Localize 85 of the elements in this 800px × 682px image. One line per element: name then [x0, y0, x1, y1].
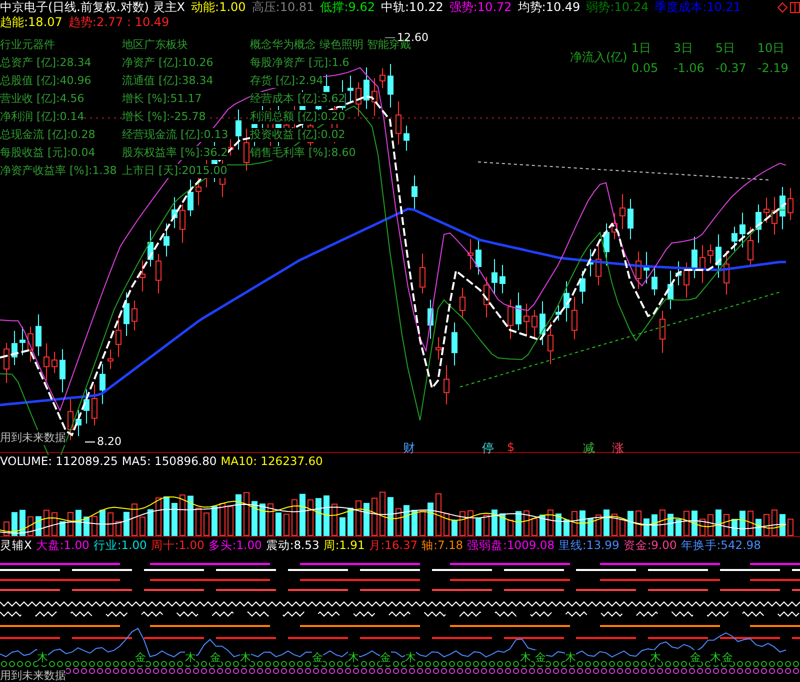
signal-label: 木 — [37, 650, 48, 665]
signal-label: 金 — [312, 650, 323, 665]
signal-label: 金 — [690, 650, 701, 665]
indicator-value: 里线:13.99 — [558, 537, 620, 554]
signal-label: 金 — [135, 650, 146, 665]
header-indicator: 动能:1.00 — [191, 0, 246, 15]
future-data-note: 用到未来数据 — [0, 430, 66, 445]
fundamental-text: 净资产收益率 [%]:1.38 — [0, 164, 117, 178]
signal-label: 木 — [565, 650, 576, 665]
signal-label: 金 — [210, 650, 221, 665]
fundamental-text: 行业元器件 — [0, 38, 55, 52]
volume-indicator: MA10: 126237.60 — [220, 452, 323, 470]
event-marker[interactable]: 财 — [403, 440, 415, 457]
header-indicator: 季度成本:10.21 — [654, 0, 741, 15]
signal-label: 木 — [650, 650, 661, 665]
fundamental-text: 经营成本 [亿]:3.62 — [250, 92, 346, 106]
indicator-value: 大盘:1.00 — [36, 537, 90, 554]
header-indicator: 高压:10.81 — [252, 0, 314, 15]
signal-label: 木 — [348, 650, 359, 665]
signal-label: 金 — [535, 650, 546, 665]
window-icon[interactable] — [790, 2, 800, 13]
signal-label: 金 — [380, 650, 391, 665]
event-marker[interactable]: 减 — [583, 440, 595, 457]
fundamental-text: 总资产 [亿]:28.34 — [0, 56, 92, 70]
event-marker[interactable]: 停 — [482, 440, 494, 457]
signal-label: 木 — [710, 650, 721, 665]
header-indicator: 中京电子(日线.前复权.对数) 灵主X — [0, 0, 186, 15]
fundamental-text: 投资收益 [亿]:0.02 — [250, 128, 346, 142]
header-indicator: 趋能:18.07 — [0, 15, 62, 30]
header-indicator: 趋势:2.77 : 10.49 — [68, 15, 170, 30]
fundamental-text: 地区广东板块 — [122, 38, 188, 52]
indicator-value: 震动:8.53 — [266, 537, 320, 554]
header-indicator: 弱势:10.24 — [586, 0, 649, 15]
low-price-label: 8.20 — [97, 435, 122, 448]
signal-label: 木 — [185, 650, 196, 665]
fundamental-text: 上市日 [天]:2015.00 — [122, 164, 228, 178]
diamond-icon[interactable] — [777, 2, 788, 13]
signal-label: 木 — [405, 650, 416, 665]
signal-label: 金 — [722, 650, 733, 665]
indicator-value: 行业:1.00 — [93, 537, 147, 554]
header-indicator: 中轨:10.22 — [380, 0, 444, 15]
fundamental-text: 利润总额 [亿]:0.20 — [250, 110, 346, 124]
future-data-note: 用到未来数据 — [0, 668, 66, 682]
fundamental-text: 销售毛利率 [%]:8.60 — [250, 146, 356, 160]
fundamental-text: 增长 [%]:51.17 — [122, 92, 202, 106]
fundamental-text: 概念华为概念 绿色照明 智能穿戴 — [250, 38, 411, 52]
indicator-value: 强弱盘:1009.08 — [467, 537, 555, 554]
fundamental-text: 存货 [亿]:2.94 — [250, 74, 324, 88]
indicator-value: 灵辅X — [0, 537, 32, 554]
fundamental-text: 营业收 [亿]:4.56 — [0, 92, 84, 106]
fundamental-text: 流通值 [亿]:38.34 — [122, 74, 214, 88]
indicator-value: 资金:9.00 — [623, 537, 677, 554]
fundamental-text: 股东权益率 [%]:36.2 — [122, 146, 228, 160]
fundamental-text: 净资产 [亿]:10.26 — [122, 56, 214, 70]
volume-indicator: MA5: 150896.80 — [122, 452, 217, 470]
signal-label: 木 — [520, 650, 531, 665]
indicator-value: 年换手:542.98 — [680, 537, 761, 554]
fundamental-text: 总股值 [亿]:40.96 — [0, 74, 92, 88]
period-header: 1日 — [631, 40, 652, 57]
net-inflow-value: -2.19 — [757, 61, 790, 75]
fundamental-text: 净利润 [亿]:0.14 — [0, 110, 84, 124]
header-indicator: 均势:10.49 — [518, 0, 580, 15]
period-header: 5日 — [715, 40, 736, 57]
fundamental-text: 总现金流 [亿]:0.28 — [0, 128, 96, 142]
net-inflow-label: 净流入(亿) — [570, 49, 628, 66]
period-header: 10日 — [757, 40, 786, 57]
indicator-value: 周十:1.00 — [150, 537, 204, 554]
net-inflow-value: -0.37 — [715, 61, 748, 75]
fundamental-text: 每股收益 [元]:0.04 — [0, 146, 96, 160]
indicator-value: 周:1.91 — [323, 537, 365, 554]
event-marker[interactable]: 涨 — [612, 440, 624, 457]
event-marker[interactable]: $ — [507, 440, 515, 454]
net-inflow-value: -1.06 — [673, 61, 706, 75]
fundamental-text: 经营现金流 [亿]:0.13 — [122, 128, 228, 142]
signal-label: 木 — [240, 650, 251, 665]
indicator-value: 轴:7.18 — [422, 537, 464, 554]
header-indicator: 强势:10.72 — [449, 0, 512, 15]
net-inflow-value: 0.05 — [631, 61, 660, 75]
period-header: 3日 — [673, 40, 694, 57]
indicator-value: 月:16.37 — [368, 537, 418, 554]
header-indicator: 低撑:9.62 — [320, 0, 375, 15]
fundamental-text: 每股净资产 [元]:1.6 — [250, 56, 350, 70]
volume-indicator: VOLUME: 112089.25 — [0, 452, 118, 470]
indicator-value: 多头:1.00 — [208, 537, 262, 554]
fundamental-text: 增长 [%]:-25.78 — [122, 110, 206, 124]
